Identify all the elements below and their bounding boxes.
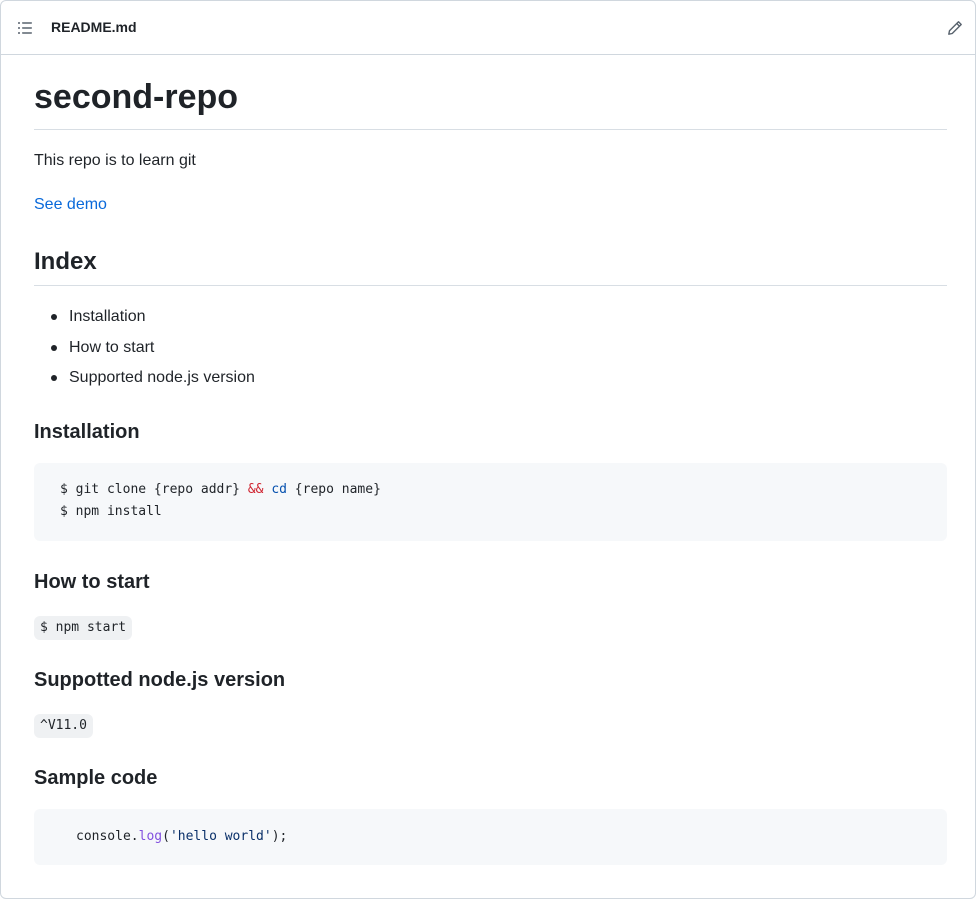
index-list: Installation How to start Supported node…: [34, 306, 255, 398]
see-demo-link[interactable]: See demo: [34, 194, 107, 216]
sample-code-block: console.log('hello world');: [34, 809, 947, 865]
bullet-icon: [51, 375, 57, 381]
readme-title: second-repo: [34, 78, 239, 116]
title-divider: [34, 129, 947, 130]
list-unordered-icon[interactable]: [17, 20, 33, 36]
installation-heading: Installation: [34, 421, 140, 443]
npm-start-code: $ npm start: [34, 616, 133, 640]
readme-description: This repo is to learn git: [34, 152, 196, 169]
node-version-code: ^V11.0: [34, 714, 93, 738]
index-heading: Index: [34, 248, 97, 275]
bullet-icon: [51, 344, 57, 351]
readme-header: README.md: [1, 1, 976, 55]
installation-code-block: $ git clone {repo addr} && cd {repo name…: [34, 463, 947, 541]
node-version-heading: Suppotted node.js version: [34, 669, 286, 691]
list-item: How to start: [34, 337, 255, 368]
bullet-icon: [51, 314, 57, 320]
file-name: README.md: [51, 19, 137, 35]
sample-code-heading: Sample code: [34, 767, 158, 789]
pencil-icon[interactable]: [947, 20, 963, 36]
list-item: Installation: [34, 306, 255, 337]
list-item: Supported node.js version: [34, 367, 255, 398]
readme-panel: README.md second-repo This repo is to le…: [0, 0, 976, 899]
index-divider: [34, 285, 947, 286]
how-to-start-heading: How to start: [34, 571, 150, 593]
